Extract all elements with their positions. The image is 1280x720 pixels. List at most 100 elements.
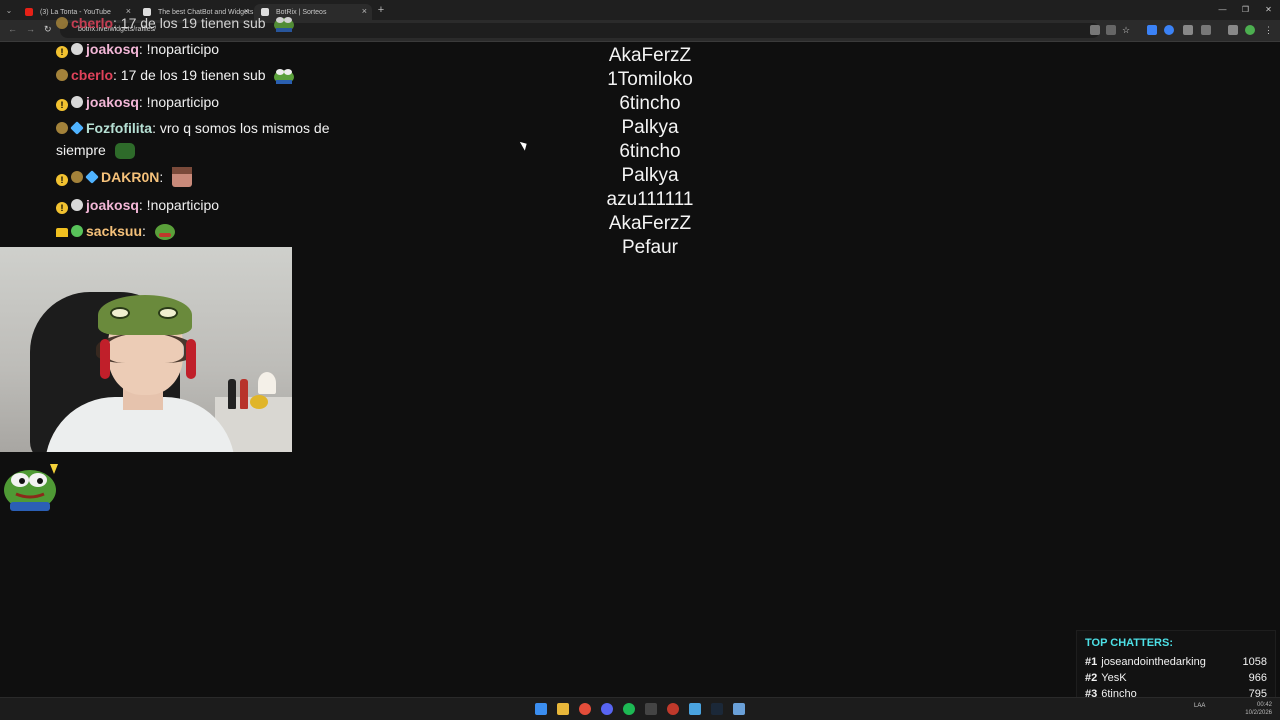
language-indicator[interactable]: LAA (1194, 703, 1205, 709)
pepe-emote-icon (114, 143, 135, 159)
raffle-entry: AkaFerzZ (608, 45, 692, 66)
reload-icon[interactable]: ↻ (44, 24, 52, 35)
menu-icon[interactable]: ⋮ (1264, 25, 1274, 35)
media-icon[interactable] (1228, 25, 1238, 35)
face-emote-icon (172, 167, 193, 187)
badge-icon (56, 122, 68, 134)
rank: #1 (1085, 656, 1098, 668)
chat-username: Fozfofilita (86, 120, 153, 136)
obs-icon[interactable] (667, 703, 679, 715)
system-clock[interactable]: 00:42 10/2/2026 (1245, 701, 1272, 717)
chatter-name: YesK (1101, 672, 1127, 684)
restore-icon[interactable]: ❐ (1234, 0, 1257, 20)
badge-icon (71, 199, 83, 211)
chat-text: : 17 de los 19 tienen sub (113, 67, 266, 83)
windows-start-icon[interactable] (535, 703, 547, 715)
raffle-entry: Pefaur (622, 237, 678, 258)
streamer-hair (96, 333, 194, 363)
chat-message: cberlo: 17 de los 19 tienen sub (56, 64, 295, 86)
app-icon[interactable] (733, 703, 745, 715)
chat-message: ! joakosq: !noparticipo (56, 91, 219, 113)
bottle (240, 379, 248, 409)
chat-text: : !noparticipo (138, 197, 220, 213)
alert-badge-icon: ! (56, 46, 68, 58)
top-chatter-row: #2 YesK 966 (1085, 670, 1267, 686)
chatter-name: joseandointhedarking (1101, 656, 1206, 668)
discord-icon[interactable] (601, 703, 613, 715)
webcam-feed (0, 247, 292, 452)
top-chatter-row: #1 joseandointhedarking 1058 (1085, 654, 1267, 670)
back-icon[interactable]: ← (8, 24, 17, 34)
raffle-entry: 6tincho (619, 93, 681, 114)
chat-message: cberlo: 17 de los 19 tienen sub (56, 12, 295, 34)
chat-username: cberlo (71, 67, 114, 83)
rank: #2 (1085, 672, 1098, 684)
raffle-entry: AkaFerzZ (608, 213, 692, 234)
headset (100, 339, 110, 379)
clock-time: 00:42 (1256, 702, 1272, 708)
chat-username: joakosq (86, 197, 139, 213)
raffle-entry: 6tincho (619, 141, 681, 162)
terminal-icon[interactable] (645, 703, 657, 715)
eye-off-icon[interactable] (1106, 25, 1116, 35)
chat-username: joakosq (86, 94, 139, 110)
chatter-count: 966 (1248, 672, 1267, 684)
alert-badge-icon: ! (56, 174, 68, 186)
translate-icon[interactable] (1090, 25, 1100, 35)
badge-icon (71, 225, 83, 237)
badge-icon (71, 43, 83, 55)
chat-username: joakosq (86, 41, 139, 57)
chat-username: cberlo (71, 15, 114, 31)
badge-icon (71, 96, 83, 108)
crown-badge-icon (56, 228, 68, 237)
extension-icon[interactable] (1147, 25, 1157, 35)
chat-text: : (142, 223, 146, 239)
taskbar: LAA 00:42 10/2/2026 (0, 697, 1280, 720)
forward-icon[interactable]: → (26, 24, 35, 34)
chrome-icon[interactable] (579, 703, 591, 715)
minimize-icon[interactable]: — (1211, 0, 1234, 20)
alert-badge-icon: ! (56, 99, 68, 111)
badge-icon (56, 69, 68, 81)
alert-badge-icon: ! (56, 202, 68, 214)
chat-message: ! DAKR0N: (56, 166, 193, 188)
notepad-icon[interactable] (689, 703, 701, 715)
close-window-icon[interactable]: ✕ (1257, 0, 1280, 20)
badge-icon (85, 170, 99, 184)
chat-message: ! joakosq: !noparticipo (56, 194, 219, 216)
chat-text: : 17 de los 19 tienen sub (113, 15, 266, 31)
close-icon[interactable]: × (362, 6, 367, 16)
tab-search-icon[interactable]: ⌄ (0, 0, 18, 20)
lamp (258, 372, 276, 394)
extension-icon[interactable] (1164, 25, 1174, 35)
clock-date: 10/2/2026 (1245, 710, 1272, 716)
raffle-entry: Palkya (621, 165, 679, 186)
chat-text: : !noparticipo (138, 94, 220, 110)
chat-text: : !noparticipo (138, 41, 220, 57)
pepe-alert-icon (4, 464, 58, 511)
badge-icon (71, 171, 83, 183)
sidebar-icon[interactable] (1183, 25, 1193, 35)
new-tab-button[interactable]: + (372, 4, 390, 16)
headset (186, 339, 196, 379)
chat-text: : (159, 169, 164, 185)
raffle-entries: AkaFerzZ 1Tomiloko 6tincho Palkya 6tinch… (520, 44, 780, 260)
chat-message: sacksuu: (56, 220, 176, 242)
spotify-icon[interactable] (623, 703, 635, 715)
badge-icon (56, 17, 68, 29)
steam-icon[interactable] (711, 703, 723, 715)
top-chatters-title: TOP CHATTERS: (1085, 637, 1174, 649)
bottle (228, 379, 236, 409)
avatar[interactable] (1245, 25, 1255, 35)
file-explorer-icon[interactable] (557, 703, 569, 715)
star-icon[interactable]: ☆ (1122, 25, 1132, 35)
chatter-count: 1058 (1242, 656, 1267, 668)
chat-username: DAKR0N (101, 169, 160, 185)
rubber-duck (250, 395, 268, 409)
hat-eye (110, 307, 130, 319)
youtube-icon (25, 8, 33, 16)
badge-icon (70, 121, 84, 135)
puzzle-icon[interactable] (1201, 25, 1211, 35)
raffle-entry: Palkya (621, 117, 679, 138)
chat-message: Fozfofilita: vro q somos los mismos de s… (56, 117, 346, 161)
